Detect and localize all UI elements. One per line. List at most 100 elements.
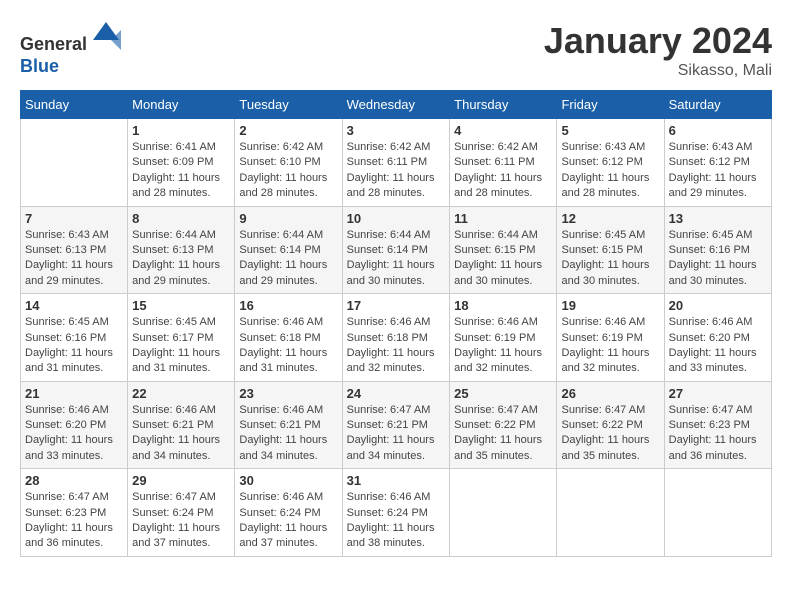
day-number: 27 — [669, 386, 767, 401]
day-detail: Sunrise: 6:47 AM Sunset: 6:23 PM Dayligh… — [669, 403, 767, 465]
day-number: 6 — [669, 123, 767, 138]
day-detail: Sunrise: 6:46 AM Sunset: 6:21 PM Dayligh… — [132, 403, 230, 465]
day-detail: Sunrise: 6:46 AM Sunset: 6:18 PM Dayligh… — [239, 315, 337, 377]
day-detail: Sunrise: 6:43 AM Sunset: 6:13 PM Dayligh… — [25, 228, 123, 290]
dow-header: Sunday — [21, 91, 128, 119]
calendar-cell — [664, 469, 771, 557]
calendar-cell: 7 Sunrise: 6:43 AM Sunset: 6:13 PM Daylig… — [21, 206, 128, 294]
day-number: 12 — [561, 211, 659, 226]
day-number: 3 — [347, 123, 446, 138]
day-of-week-row: SundayMondayTuesdayWednesdayThursdayFrid… — [21, 91, 772, 119]
calendar-cell: 30Sunrise: 6:46 AM Sunset: 6:24 PM Dayli… — [235, 469, 342, 557]
day-number: 16 — [239, 298, 337, 313]
day-number: 28 — [25, 473, 123, 488]
day-number: 7 — [25, 211, 123, 226]
calendar-cell: 25Sunrise: 6:47 AM Sunset: 6:22 PM Dayli… — [450, 381, 557, 469]
day-detail: Sunrise: 6:44 AM Sunset: 6:14 PM Dayligh… — [347, 228, 446, 290]
dow-header: Saturday — [664, 91, 771, 119]
day-number: 22 — [132, 386, 230, 401]
dow-header: Thursday — [450, 91, 557, 119]
calendar-cell: 31Sunrise: 6:46 AM Sunset: 6:24 PM Dayli… — [342, 469, 450, 557]
day-number: 31 — [347, 473, 446, 488]
day-detail: Sunrise: 6:41 AM Sunset: 6:09 PM Dayligh… — [132, 140, 230, 202]
day-number: 4 — [454, 123, 552, 138]
logo-icon — [91, 20, 121, 50]
calendar-cell: 11 Sunrise: 6:44 AM Sunset: 6:15 PM Dayli… — [450, 206, 557, 294]
calendar-cell: 15 Sunrise: 6:45 AM Sunset: 6:17 PM Dayli… — [128, 294, 235, 382]
day-number: 1 — [132, 123, 230, 138]
day-detail: Sunrise: 6:43 AM Sunset: 6:12 PM Dayligh… — [561, 140, 659, 202]
calendar-cell: 24 Sunrise: 6:47 AM Sunset: 6:21 PM Dayli… — [342, 381, 450, 469]
calendar-cell: 13Sunrise: 6:45 AM Sunset: 6:16 PM Dayli… — [664, 206, 771, 294]
location: Sikasso, Mali — [544, 62, 772, 80]
calendar-week-row: 28 Sunrise: 6:47 AM Sunset: 6:23 PM Dayli… — [21, 469, 772, 557]
day-detail: Sunrise: 6:44 AM Sunset: 6:13 PM Dayligh… — [132, 228, 230, 290]
day-detail: Sunrise: 6:47 AM Sunset: 6:23 PM Dayligh… — [25, 490, 123, 552]
day-detail: Sunrise: 6:43 AM Sunset: 6:12 PM Dayligh… — [669, 140, 767, 202]
calendar-cell: 20Sunrise: 6:46 AM Sunset: 6:20 PM Dayli… — [664, 294, 771, 382]
day-detail: Sunrise: 6:46 AM Sunset: 6:20 PM Dayligh… — [25, 403, 123, 465]
calendar-week-row: 21Sunrise: 6:46 AM Sunset: 6:20 PM Dayli… — [21, 381, 772, 469]
day-detail: Sunrise: 6:46 AM Sunset: 6:19 PM Dayligh… — [561, 315, 659, 377]
page-header: General Blue January 2024 Sikasso, Mali — [20, 20, 772, 80]
calendar-cell: 8 Sunrise: 6:44 AM Sunset: 6:13 PM Daylig… — [128, 206, 235, 294]
day-detail: Sunrise: 6:42 AM Sunset: 6:10 PM Dayligh… — [239, 140, 337, 202]
day-detail: Sunrise: 6:45 AM Sunset: 6:17 PM Dayligh… — [132, 315, 230, 377]
day-number: 10 — [347, 211, 446, 226]
day-detail: Sunrise: 6:44 AM Sunset: 6:14 PM Dayligh… — [239, 228, 337, 290]
calendar-cell: 21Sunrise: 6:46 AM Sunset: 6:20 PM Dayli… — [21, 381, 128, 469]
calendar-cell: 29 Sunrise: 6:47 AM Sunset: 6:24 PM Dayli… — [128, 469, 235, 557]
calendar-cell: 9 Sunrise: 6:44 AM Sunset: 6:14 PM Daylig… — [235, 206, 342, 294]
logo: General Blue — [20, 20, 121, 77]
day-number: 9 — [239, 211, 337, 226]
day-detail: Sunrise: 6:45 AM Sunset: 6:16 PM Dayligh… — [25, 315, 123, 377]
day-detail: Sunrise: 6:46 AM Sunset: 6:21 PM Dayligh… — [239, 403, 337, 465]
day-number: 15 — [132, 298, 230, 313]
day-detail: Sunrise: 6:47 AM Sunset: 6:22 PM Dayligh… — [454, 403, 552, 465]
day-number: 14 — [25, 298, 123, 313]
day-detail: Sunrise: 6:42 AM Sunset: 6:11 PM Dayligh… — [347, 140, 446, 202]
day-detail: Sunrise: 6:47 AM Sunset: 6:24 PM Dayligh… — [132, 490, 230, 552]
calendar-cell: 22 Sunrise: 6:46 AM Sunset: 6:21 PM Dayli… — [128, 381, 235, 469]
dow-header: Monday — [128, 91, 235, 119]
day-number: 2 — [239, 123, 337, 138]
calendar-cell: 17 Sunrise: 6:46 AM Sunset: 6:18 PM Dayli… — [342, 294, 450, 382]
calendar-cell — [557, 469, 664, 557]
calendar-cell: 6 Sunrise: 6:43 AM Sunset: 6:12 PM Daylig… — [664, 119, 771, 207]
calendar-cell: 27 Sunrise: 6:47 AM Sunset: 6:23 PM Dayli… — [664, 381, 771, 469]
dow-header: Friday — [557, 91, 664, 119]
day-detail: Sunrise: 6:46 AM Sunset: 6:18 PM Dayligh… — [347, 315, 446, 377]
day-detail: Sunrise: 6:45 AM Sunset: 6:15 PM Dayligh… — [561, 228, 659, 290]
calendar-week-row: 7 Sunrise: 6:43 AM Sunset: 6:13 PM Daylig… — [21, 206, 772, 294]
day-detail: Sunrise: 6:42 AM Sunset: 6:11 PM Dayligh… — [454, 140, 552, 202]
calendar-cell: 1 Sunrise: 6:41 AM Sunset: 6:09 PM Daylig… — [128, 119, 235, 207]
calendar-cell — [450, 469, 557, 557]
logo-blue: Blue — [20, 56, 59, 76]
day-detail: Sunrise: 6:46 AM Sunset: 6:19 PM Dayligh… — [454, 315, 552, 377]
day-detail: Sunrise: 6:46 AM Sunset: 6:24 PM Dayligh… — [239, 490, 337, 552]
day-number: 29 — [132, 473, 230, 488]
day-number: 11 — [454, 211, 552, 226]
title-block: January 2024 Sikasso, Mali — [544, 20, 772, 80]
month-title: January 2024 — [544, 20, 772, 62]
calendar-cell: 5Sunrise: 6:43 AM Sunset: 6:12 PM Daylig… — [557, 119, 664, 207]
day-number: 18 — [454, 298, 552, 313]
day-number: 19 — [561, 298, 659, 313]
calendar-week-row: 14 Sunrise: 6:45 AM Sunset: 6:16 PM Dayli… — [21, 294, 772, 382]
day-detail: Sunrise: 6:44 AM Sunset: 6:15 PM Dayligh… — [454, 228, 552, 290]
calendar-cell: 14 Sunrise: 6:45 AM Sunset: 6:16 PM Dayli… — [21, 294, 128, 382]
logo-general: General — [20, 34, 87, 54]
dow-header: Tuesday — [235, 91, 342, 119]
calendar-cell: 12 Sunrise: 6:45 AM Sunset: 6:15 PM Dayli… — [557, 206, 664, 294]
calendar-cell: 3 Sunrise: 6:42 AM Sunset: 6:11 PM Daylig… — [342, 119, 450, 207]
calendar-cell — [21, 119, 128, 207]
day-number: 13 — [669, 211, 767, 226]
day-detail: Sunrise: 6:47 AM Sunset: 6:21 PM Dayligh… — [347, 403, 446, 465]
day-number: 8 — [132, 211, 230, 226]
day-number: 24 — [347, 386, 446, 401]
day-number: 20 — [669, 298, 767, 313]
day-detail: Sunrise: 6:47 AM Sunset: 6:22 PM Dayligh… — [561, 403, 659, 465]
day-number: 17 — [347, 298, 446, 313]
calendar-cell: 28 Sunrise: 6:47 AM Sunset: 6:23 PM Dayli… — [21, 469, 128, 557]
calendar-table: SundayMondayTuesdayWednesdayThursdayFrid… — [20, 90, 772, 557]
